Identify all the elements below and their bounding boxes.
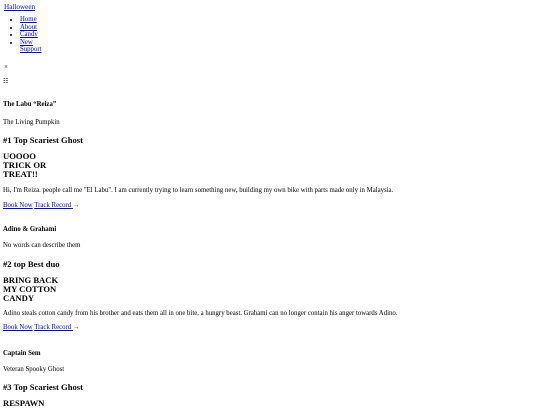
card-subtitle: No words can describe them <box>3 242 81 249</box>
nav-item-new: NewSupport <box>20 39 42 54</box>
card-actions: Book Now Track Record → <box>3 202 79 209</box>
card-rank: #1 Top Scariest Ghost <box>3 135 83 145</box>
track-record-link[interactable]: Track Record → <box>34 202 79 209</box>
nav-link-about[interactable]: About <box>20 24 37 31</box>
card-subtitle: The Living Pumpkin <box>3 119 60 126</box>
card-headline: BRING BACK MY COTTON CANDY <box>3 276 203 303</box>
nav-item-home: Home <box>20 16 42 24</box>
card-actions: Book Now Track Record → <box>3 324 79 331</box>
nav-item-candy: Candy <box>20 31 42 39</box>
card-rank: #2 top Best duo <box>3 259 60 269</box>
nav-item-about: About <box>20 24 42 32</box>
headline-line: TREAT!! <box>3 169 38 179</box>
card-name: Captain Sem <box>3 350 41 357</box>
track-record-label: Track Record <box>34 202 72 209</box>
card-description: Hi, I'm Reiza. people call me "El Labu".… <box>3 187 394 194</box>
track-record-link[interactable]: Track Record → <box>34 324 79 331</box>
headline-line: CANDY <box>3 293 35 303</box>
book-now-link[interactable]: Book Now <box>3 324 33 331</box>
arrow-right-icon: → <box>72 324 80 331</box>
card-name: The Labu “Reiza” <box>3 101 57 108</box>
card-rank: #3 Top Scariest Ghost <box>3 382 83 392</box>
track-record-label: Track Record <box>34 324 72 331</box>
ghost-card-3: Captain Sem Veteran Spooky Ghost #3 Top … <box>3 350 533 408</box>
card-headline: UOOOO TRICK OR TREAT!! <box>3 152 203 179</box>
nav-link-candy[interactable]: Candy <box>20 31 38 38</box>
brand-link[interactable]: Halloween <box>4 3 35 11</box>
card-name: Adino & Grahami <box>3 226 57 233</box>
nav-link-home[interactable]: Home <box>20 16 37 23</box>
ghost-card-1: The Labu “Reiza” The Living Pumpkin #1 T… <box>3 101 533 209</box>
nav-link-support[interactable]: Support <box>20 46 42 53</box>
arrow-right-icon: → <box>72 202 80 209</box>
nav-list: Home About Candy NewSupport <box>4 16 42 54</box>
card-description: Adino steals cotton candy from his broth… <box>3 310 398 317</box>
card-headline: RESPAWN <box>3 399 203 408</box>
close-icon[interactable]: × <box>4 63 8 71</box>
card-subtitle: Veteran Spooky Ghost <box>3 366 65 373</box>
book-now-link[interactable]: Book Now <box>3 202 33 209</box>
headline-line: RESPAWN <box>3 398 45 408</box>
nav-link-new[interactable]: New <box>20 39 33 46</box>
ghost-card-2: Adino & Grahami No words can describe th… <box>3 226 533 331</box>
menu-icon[interactable]: ☷ <box>3 78 8 85</box>
